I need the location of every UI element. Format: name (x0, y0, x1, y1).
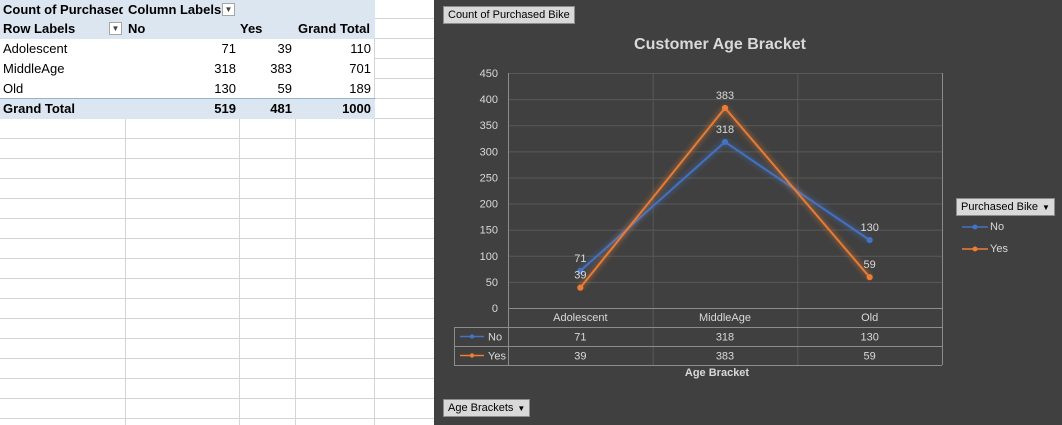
pivot-row-label: MiddleAge (3, 61, 65, 76)
data-table-value: 39 (574, 351, 586, 363)
chevron-down-icon: ▼ (1042, 203, 1050, 212)
pivot-cell-total: 701 (349, 61, 371, 76)
y-tick-label: 400 (480, 94, 498, 106)
data-label-no: 71 (574, 253, 586, 265)
y-tick-label: 150 (480, 225, 498, 237)
legend-field-button[interactable]: Purchased Bike ▼ (956, 198, 1055, 216)
legend-field-label: Purchased Bike (961, 201, 1039, 213)
pivot-cell-yes: 39 (277, 41, 292, 56)
y-tick-label: 200 (480, 199, 498, 211)
x-tick-label: MiddleAge (699, 312, 751, 324)
data-point-no (866, 237, 873, 244)
data-point-yes (866, 274, 873, 281)
chevron-down-icon: ▼ (517, 404, 526, 413)
pivot-chart[interactable]: Count of Purchased Bike Customer Age Bra… (434, 0, 1062, 425)
legend-marker-no-icon (962, 224, 988, 230)
pivot-cell-no: 318 (214, 61, 236, 76)
y-tick-label: 350 (480, 120, 498, 132)
data-label-yes: 59 (864, 259, 876, 271)
data-table-series-name: No (488, 332, 502, 344)
pivot-row-middleage[interactable]: MiddleAge 318 383 701 (0, 59, 375, 79)
pivot-cell-yes: 481 (270, 101, 292, 116)
data-table-value: 71 (574, 332, 586, 344)
row-labels-filter-icon[interactable]: ▼ (109, 22, 122, 35)
pivot-row-label: Grand Total (3, 101, 75, 116)
legend-item-yes: Yes (960, 242, 1008, 256)
legend-item-no: No (960, 220, 1004, 234)
data-table-series-name: Yes (488, 351, 506, 363)
pivot-row-labels: Row Labels (3, 21, 76, 36)
pivot-cell-yes: 383 (270, 61, 292, 76)
x-tick-label: Old (861, 312, 878, 324)
data-point-yes (721, 104, 729, 112)
pivot-col-header-grand-total: Grand Total (298, 21, 370, 36)
data-table-value: 383 (716, 351, 734, 363)
data-point-yes (577, 284, 584, 291)
pivot-row-label: Old (3, 81, 24, 96)
pivot-row-old[interactable]: Old 130 59 189 (0, 79, 375, 99)
pivot-col-header-yes: Yes (240, 21, 263, 36)
pivot-cell-yes: 59 (277, 81, 292, 96)
pivot-row-label: Adolescent (3, 41, 68, 56)
data-table-series-marker (469, 334, 475, 339)
pivot-cell-total: 1000 (342, 101, 371, 116)
axis-field-label: Age Brackets (448, 402, 514, 414)
y-tick-label: 300 (480, 146, 498, 158)
data-label-no: 130 (860, 222, 878, 234)
legend-marker-yes-icon (962, 246, 988, 252)
pivot-col-header-no: No (128, 21, 146, 36)
pivot-cell-no: 71 (221, 41, 236, 56)
data-table-value: 130 (860, 332, 878, 344)
pivot-cell-no: 130 (214, 81, 236, 96)
pivot-header-row-1: Count of Purchased Column Labels ▼ (0, 0, 375, 20)
y-tick-label: 0 (492, 303, 498, 315)
series-line-no (579, 140, 871, 272)
pivot-grand-total-row[interactable]: Grand Total 519 481 1000 (0, 98, 375, 119)
data-table-value: 59 (864, 351, 876, 363)
pivot-cell-total: 110 (350, 41, 371, 56)
data-point-no (721, 138, 729, 146)
y-tick-label: 250 (480, 172, 498, 184)
x-axis-title: Age Bracket (684, 367, 750, 379)
column-labels-filter-icon[interactable]: ▼ (222, 3, 235, 16)
pivot-header-row-2: Row Labels ▼ No Yes Grand Total (0, 19, 375, 39)
pivot-row-adolescent[interactable]: Adolescent 71 39 110 (0, 39, 375, 59)
spreadsheet-area: Count of Purchased Column Labels ▼ Row L… (0, 0, 434, 425)
pivot-cell-no: 519 (214, 101, 236, 116)
data-label-yes: 39 (574, 270, 586, 282)
data-label-yes: 383 (716, 90, 734, 102)
y-tick-label: 450 (480, 68, 498, 80)
pivot-value-field-label: Count of Purchased (3, 2, 123, 17)
y-tick-label: 50 (486, 277, 498, 289)
legend-label-yes: Yes (990, 243, 1008, 255)
pivot-cell-total: 189 (349, 81, 371, 96)
axis-field-button[interactable]: Age Brackets ▼ (443, 399, 531, 417)
legend-label-no: No (990, 221, 1005, 233)
y-tick-label: 100 (480, 251, 498, 263)
x-tick-label: Adolescent (553, 312, 607, 324)
data-table-value: 318 (716, 332, 734, 344)
data-table-series-marker (469, 353, 475, 358)
data-label-no: 318 (716, 124, 734, 136)
